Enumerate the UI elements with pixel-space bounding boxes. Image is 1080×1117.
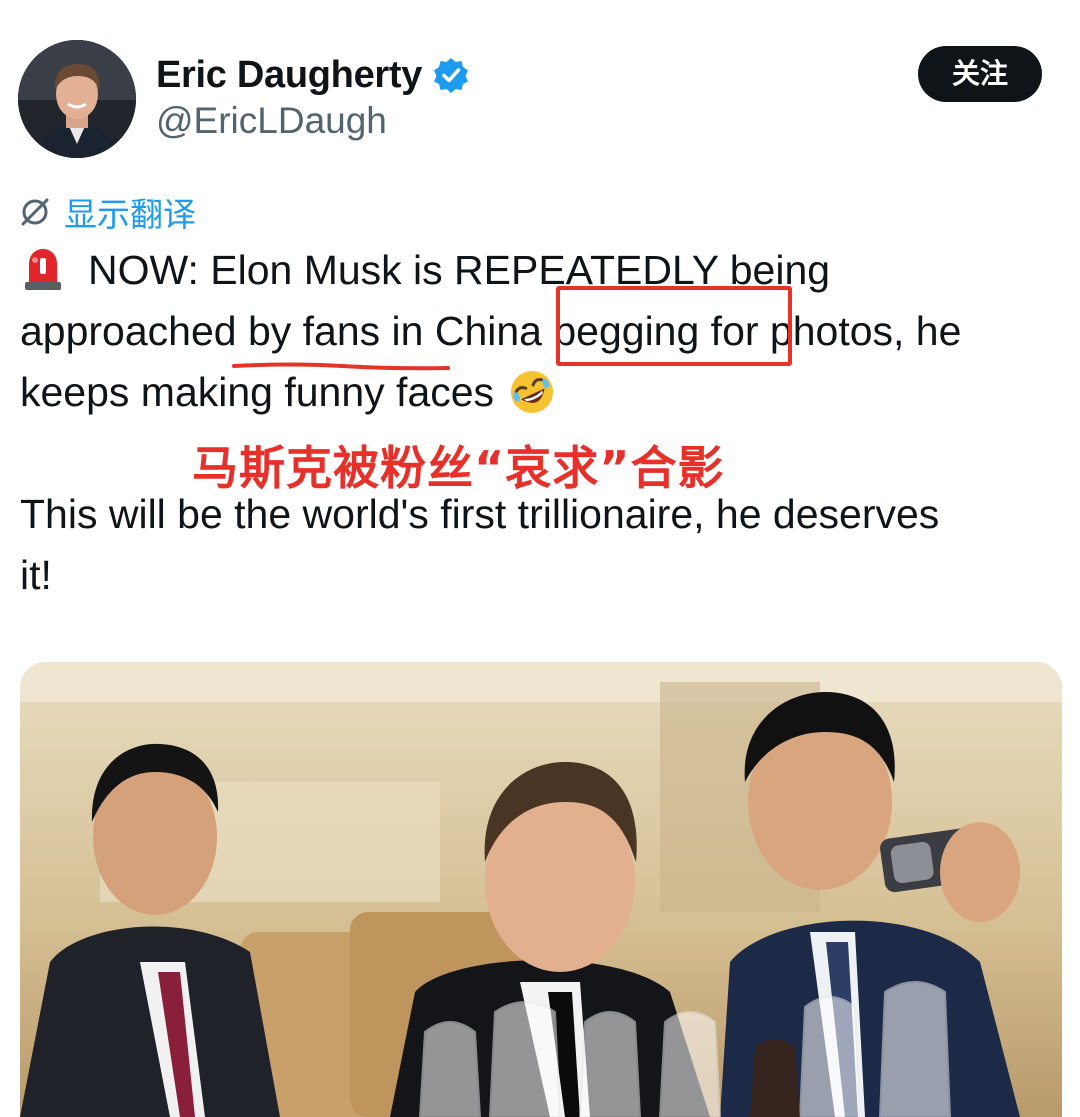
author-handle[interactable]: @EricLDaugh <box>156 100 387 142</box>
display-name[interactable]: Eric Daugherty <box>156 54 422 97</box>
author-name-row[interactable]: Eric Daugherty <box>156 50 470 100</box>
avatar-image <box>18 40 136 158</box>
annotation-underline <box>232 362 450 371</box>
verified-badge-icon <box>432 56 470 94</box>
police-light-icon <box>20 246 66 292</box>
annotation-highlight-box <box>556 286 792 366</box>
show-translation-link[interactable]: 显示翻译 <box>18 190 196 234</box>
show-translation-label[interactable]: 显示翻译 <box>64 188 196 236</box>
post-text-3: keeps making funny faces <box>20 369 495 415</box>
post-media-image[interactable] <box>20 662 1062 1117</box>
media-illustration <box>20 662 1062 1117</box>
rolling-on-floor-laughing-icon <box>508 368 556 416</box>
follow-button[interactable]: 关注 <box>918 46 1042 102</box>
post-text-line-4: This will be the world's first trilliona… <box>20 491 940 537</box>
translate-icon <box>18 195 52 229</box>
post-text-line-2: approached by fans in China begging for … <box>20 308 962 354</box>
avatar[interactable] <box>18 40 136 158</box>
post-text-line-5: it! <box>20 552 52 598</box>
